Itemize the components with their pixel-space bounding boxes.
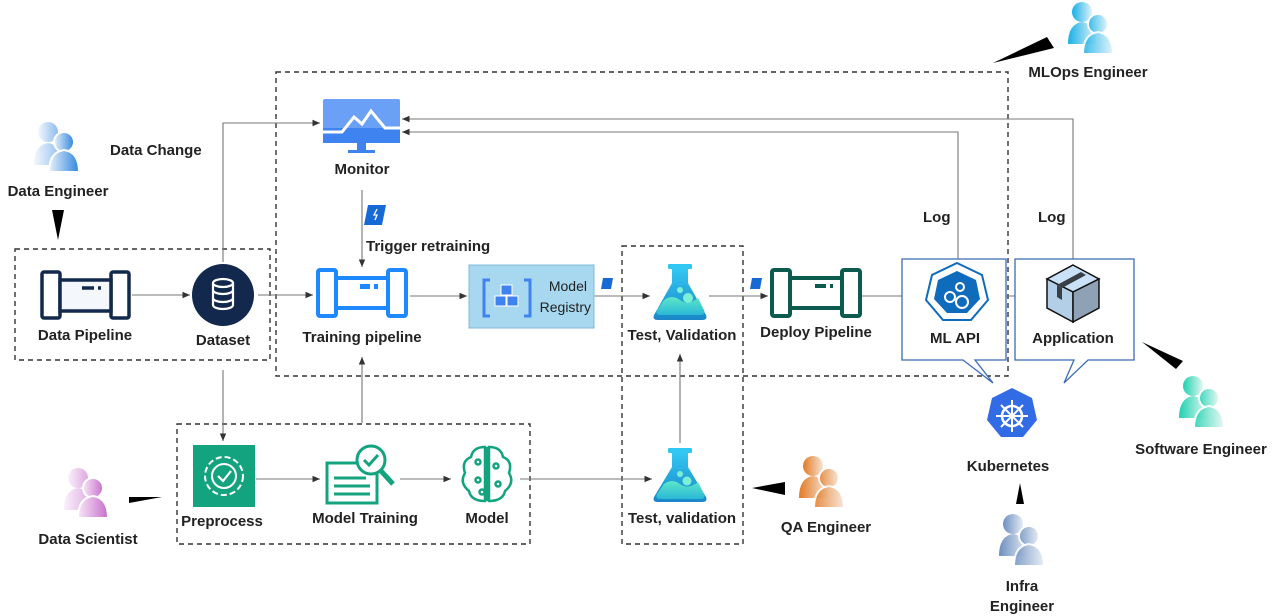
kubernetes-label: Kubernetes bbox=[967, 458, 1050, 475]
data-pipeline-node[interactable]: Data Pipeline bbox=[38, 270, 132, 344]
monitor-node[interactable]: Monitor bbox=[323, 99, 400, 178]
mlops-engineer-pointer bbox=[993, 37, 1054, 63]
preprocess-node[interactable]: Preprocess bbox=[181, 445, 263, 530]
flask-icon bbox=[653, 448, 707, 502]
ml-api-node[interactable]: ML API bbox=[901, 258, 1007, 384]
infra-engineer-label-line2: Engineer bbox=[990, 598, 1054, 615]
test-validation-top-label: Test, Validation bbox=[628, 327, 737, 344]
scroll-trigger-icon bbox=[364, 205, 386, 225]
flask-icon bbox=[653, 264, 707, 320]
document-magnifier-icon bbox=[325, 444, 395, 505]
pipeline-icon bbox=[316, 268, 408, 318]
data-scientist-role[interactable]: Data Scientist bbox=[38, 468, 138, 548]
model-label: Model bbox=[465, 510, 508, 527]
log-api-label: Log bbox=[923, 209, 951, 226]
software-engineer-label: Software Engineer bbox=[1135, 441, 1267, 458]
scroll-trigger-icon bbox=[601, 278, 613, 289]
software-engineer-role[interactable]: Software Engineer bbox=[1135, 376, 1267, 458]
model-registry-label-line2: Registry bbox=[540, 299, 591, 315]
users-icon bbox=[64, 468, 110, 519]
users-icon bbox=[1179, 376, 1226, 429]
deploy-pipeline-node[interactable]: Deploy Pipeline bbox=[760, 268, 872, 341]
preprocess-gear-icon bbox=[193, 445, 255, 507]
kubernetes-node[interactable]: Kubernetes bbox=[967, 388, 1050, 475]
model-node[interactable]: Model bbox=[461, 445, 513, 527]
brain-circuit-icon bbox=[461, 445, 513, 503]
infra-engineer-label-line1: Infra bbox=[1006, 578, 1039, 595]
users-icon bbox=[1068, 2, 1115, 55]
mlops-engineer-label: MLOps Engineer bbox=[1028, 64, 1147, 81]
users-icon bbox=[999, 514, 1046, 567]
application-node[interactable]: Application bbox=[1014, 258, 1135, 384]
data-scientist-label: Data Scientist bbox=[38, 531, 137, 548]
model-training-label: Model Training bbox=[312, 510, 418, 527]
data-engineer-pointer bbox=[52, 210, 64, 240]
application-label: Application bbox=[1032, 330, 1114, 347]
data-pipeline-label: Data Pipeline bbox=[38, 327, 132, 344]
training-pipeline-node[interactable]: Training pipeline bbox=[302, 268, 422, 346]
infra-engineer-role[interactable]: Infra Engineer bbox=[990, 514, 1054, 615]
data-engineer-role[interactable]: Data Engineer bbox=[8, 122, 109, 200]
model-registry-node[interactable]: Model Registry bbox=[468, 264, 595, 329]
infra-engineer-pointer bbox=[1016, 483, 1024, 504]
test-validation-top-node[interactable]: Test, Validation bbox=[628, 264, 737, 344]
data-change-label: Data Change bbox=[110, 142, 202, 159]
software-engineer-pointer bbox=[1142, 342, 1183, 369]
pipeline-icon bbox=[40, 270, 131, 320]
dataset-label: Dataset bbox=[196, 332, 250, 349]
pipeline-icon bbox=[770, 268, 862, 318]
ml-api-label: ML API bbox=[930, 330, 980, 347]
data-scientist-pointer bbox=[129, 497, 162, 503]
deploy-pipeline-label: Deploy Pipeline bbox=[760, 324, 872, 341]
test-validation-bottom-label: Test, validation bbox=[628, 510, 736, 527]
monitor-icon bbox=[323, 99, 400, 153]
data-engineer-label: Data Engineer bbox=[8, 183, 109, 200]
trigger-retraining-label: Trigger retraining bbox=[366, 238, 490, 255]
qa-engineer-label: QA Engineer bbox=[781, 519, 871, 536]
users-icon bbox=[799, 456, 846, 509]
qa-engineer-role[interactable]: QA Engineer bbox=[781, 456, 871, 536]
trigger-retraining-edge: Trigger retraining bbox=[364, 205, 490, 255]
log-app-label: Log bbox=[1038, 209, 1066, 226]
model-registry-label-line1: Model bbox=[549, 278, 587, 294]
scroll-trigger-icon bbox=[750, 278, 762, 289]
model-training-node[interactable]: Model Training bbox=[312, 444, 418, 527]
users-icon bbox=[34, 122, 81, 173]
monitor-label: Monitor bbox=[335, 161, 390, 178]
training-pipeline-label: Training pipeline bbox=[302, 329, 421, 346]
test-validation-bottom-node[interactable]: Test, validation bbox=[628, 448, 736, 527]
mlops-diagram: Data Pipeline Dataset Monitor Trigger re… bbox=[8, 2, 1267, 615]
qa-engineer-pointer bbox=[752, 482, 785, 495]
preprocess-label: Preprocess bbox=[181, 513, 263, 530]
kubernetes-helm-icon bbox=[987, 388, 1037, 437]
dataset-node[interactable]: Dataset bbox=[192, 264, 254, 349]
